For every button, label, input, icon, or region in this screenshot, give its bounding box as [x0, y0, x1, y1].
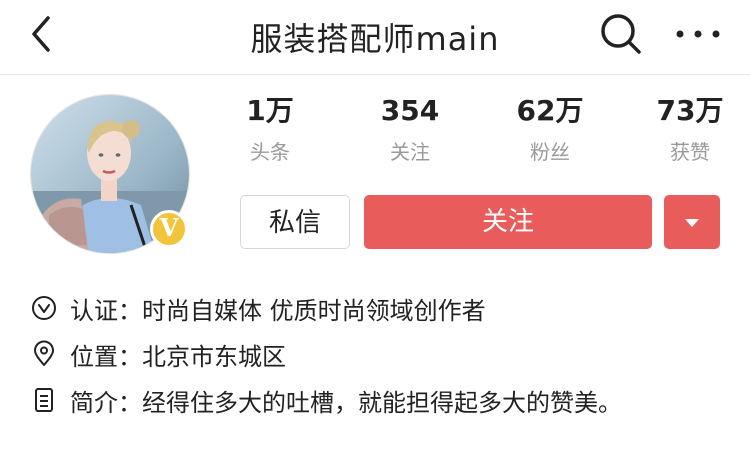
stat-likes[interactable]: 73万 获赞 [645, 92, 735, 165]
info-label: 简介： [70, 388, 142, 417]
info-value: 北京市东城区 [142, 342, 286, 371]
stat-followers[interactable]: 62万 粉丝 [505, 92, 595, 165]
stat-value: 354 [380, 94, 440, 127]
caret-down-icon [685, 219, 699, 227]
info-bio: 简介： 经得住多大的吐槽，就能担得起多大的赞美。 [30, 378, 730, 422]
follow-button[interactable]: 关注 [364, 195, 652, 249]
stat-following[interactable]: 354 关注 [365, 92, 455, 165]
location-pin-icon [34, 340, 54, 366]
info-value: 经得住多大的吐槽，就能担得起多大的赞美。 [142, 388, 622, 417]
verified-check-icon [32, 296, 56, 320]
more-horizontal-icon [676, 30, 720, 38]
stat-label: 粉丝 [530, 140, 570, 164]
info-value: 时尚自媒体 优质时尚领域创作者 [142, 296, 486, 325]
follow-dropdown-button[interactable] [664, 195, 720, 249]
stat-label: 关注 [390, 140, 430, 164]
info-certification: 认证： 时尚自媒体 优质时尚领域创作者 [30, 286, 730, 330]
stat-articles[interactable]: 1万 头条 [225, 92, 315, 165]
more-button[interactable] [672, 14, 724, 54]
stat-value: 1万 [246, 94, 294, 127]
top-navigation-bar: 服装搭配师main [0, 0, 750, 75]
stat-label: 获赞 [670, 140, 710, 164]
stat-label: 头条 [250, 140, 290, 164]
stat-value: 62万 [516, 94, 584, 127]
profile-avatar[interactable]: V [30, 94, 190, 254]
stat-value: 73万 [656, 94, 724, 127]
verified-badge: V [150, 210, 188, 248]
info-label: 认证： [70, 296, 142, 325]
search-button[interactable] [598, 11, 644, 57]
message-button[interactable]: 私信 [240, 195, 350, 249]
info-label: 位置： [70, 342, 142, 371]
search-icon [601, 14, 641, 54]
info-location: 位置： 北京市东城区 [30, 332, 730, 376]
document-icon [35, 388, 53, 412]
